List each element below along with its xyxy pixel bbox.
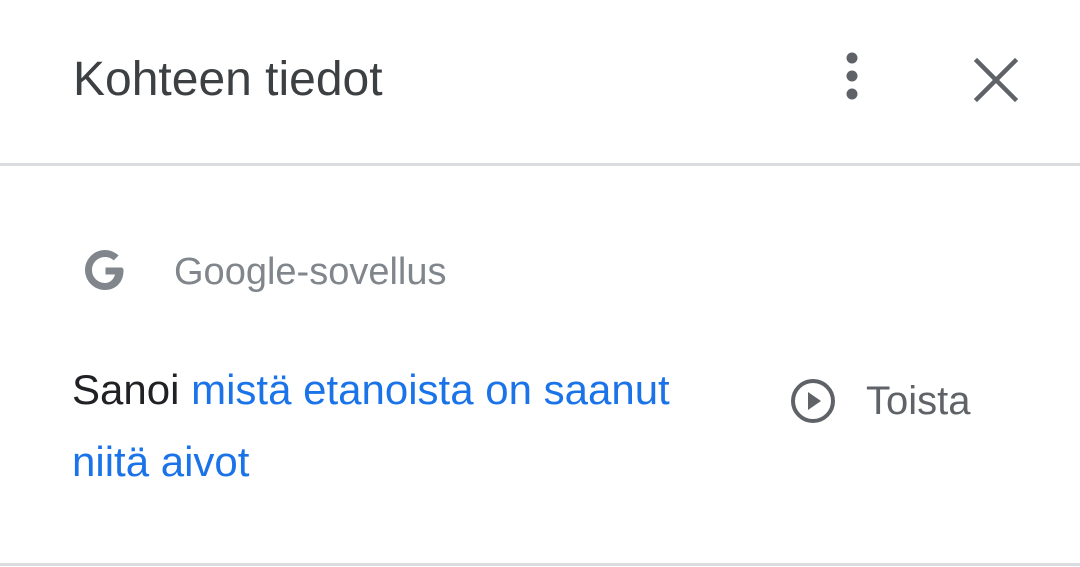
app-source-row: Google-sovellus — [78, 242, 446, 298]
play-button[interactable]: Toista — [788, 376, 971, 426]
google-g-icon — [85, 250, 124, 290]
more-options-button[interactable] — [822, 46, 882, 106]
activity-item: Google-sovellus Sanoi mistä etanoista on… — [0, 166, 1080, 566]
close-icon — [973, 57, 1019, 103]
close-button[interactable] — [966, 50, 1026, 110]
dialog-header: Kohteen tiedot — [0, 0, 1080, 166]
page-title: Kohteen tiedot — [73, 53, 383, 106]
play-label: Toista — [866, 378, 971, 423]
query-text: Sanoi mistä etanoista on saanut niitä ai… — [72, 354, 672, 498]
query-prefix: Sanoi — [72, 366, 192, 413]
app-name: Google-sovellus — [174, 251, 447, 293]
more-vert-icon — [846, 52, 858, 100]
play-circle-icon — [791, 379, 835, 423]
